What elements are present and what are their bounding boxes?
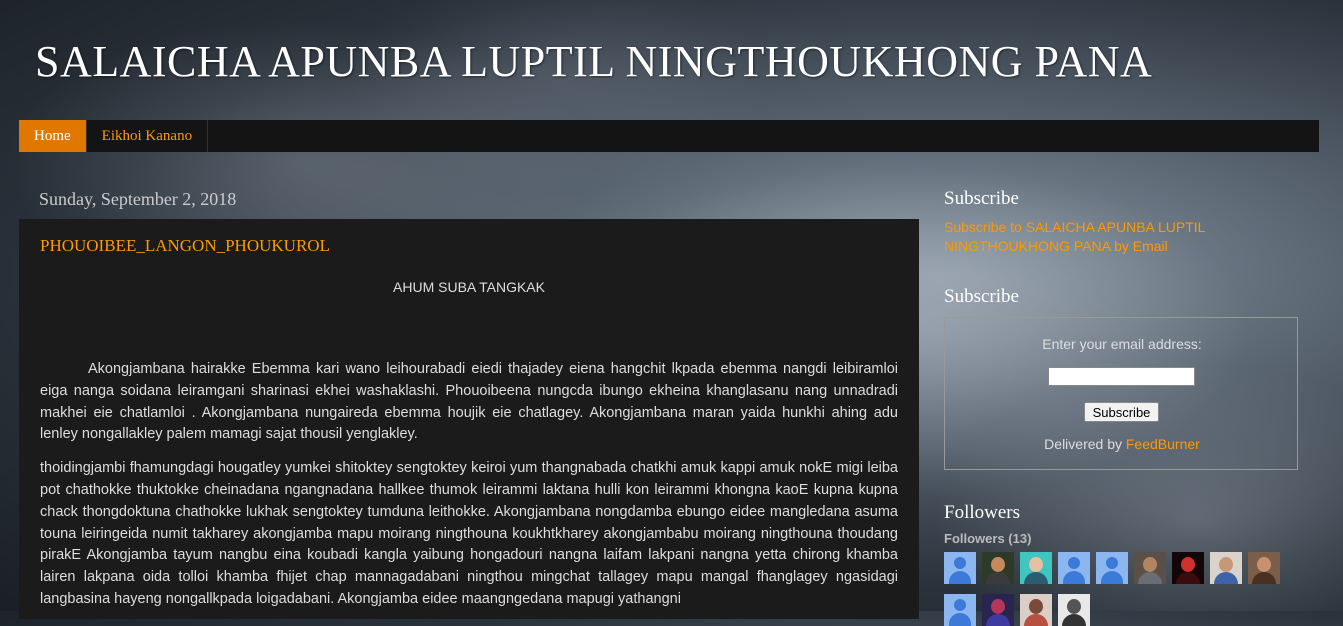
followers-count: Followers (13) [944,531,1032,546]
post-body: Akongjambana hairakke Ebemma kari wano l… [40,359,898,623]
subscribe-form-heading: Subscribe [944,286,1019,307]
subscribe-heading: Subscribe [944,188,1019,209]
follower-avatar[interactable] [1134,552,1166,584]
nav-bar: Home Eikhoi Kanano [19,120,1319,152]
tab-home[interactable]: Home [19,120,87,152]
follower-avatar[interactable] [1020,552,1052,584]
post-title[interactable]: PHOUOIBEE_LANGON_PHOUKUROL [40,236,330,256]
email-label: Enter your email address: [1042,336,1202,352]
follower-avatar[interactable] [1210,552,1242,584]
email-field[interactable] [1048,367,1195,386]
subscribe-form: Enter your email address: Subscribe Deli… [944,317,1298,470]
post-paragraph: Akongjambana hairakke Ebemma kari wano l… [40,361,898,443]
post-container: PHOUOIBEE_LANGON_PHOUKUROL AHUM SUBA TAN… [19,219,919,619]
follower-avatar[interactable] [944,552,976,584]
tab-eikhoi-kanano[interactable]: Eikhoi Kanano [87,120,209,152]
follower-avatar[interactable] [1058,552,1090,584]
follower-avatar[interactable] [982,594,1014,626]
post-date: Sunday, September 2, 2018 [39,189,237,209]
subscribe-email-link[interactable]: Subscribe to SALAICHA APUNBA LUPTIL NING… [944,218,1244,256]
follower-avatar[interactable] [944,594,976,626]
delivered-by: Delivered by FeedBurner [945,436,1299,452]
follower-avatar[interactable] [1172,552,1204,584]
delivered-prefix: Delivered by [1044,436,1126,452]
follower-avatar[interactable] [982,552,1014,584]
subscribe-button[interactable]: Subscribe [1084,402,1159,422]
follower-avatar[interactable] [1058,594,1090,626]
follower-avatar[interactable] [1096,552,1128,584]
followers-heading: Followers [944,502,1020,523]
post-heading: AHUM SUBA TANGKAK [393,279,545,295]
follower-avatar[interactable] [1020,594,1052,626]
feedburner-link[interactable]: FeedBurner [1126,436,1200,452]
blog-title[interactable]: SALAICHA APUNBA LUPTIL NINGTHOUKHONG PAN… [35,36,1152,87]
post-paragraph: thoidingjambi fhamungdagi hougatley yumk… [40,460,898,607]
follower-avatar[interactable] [1248,552,1280,584]
